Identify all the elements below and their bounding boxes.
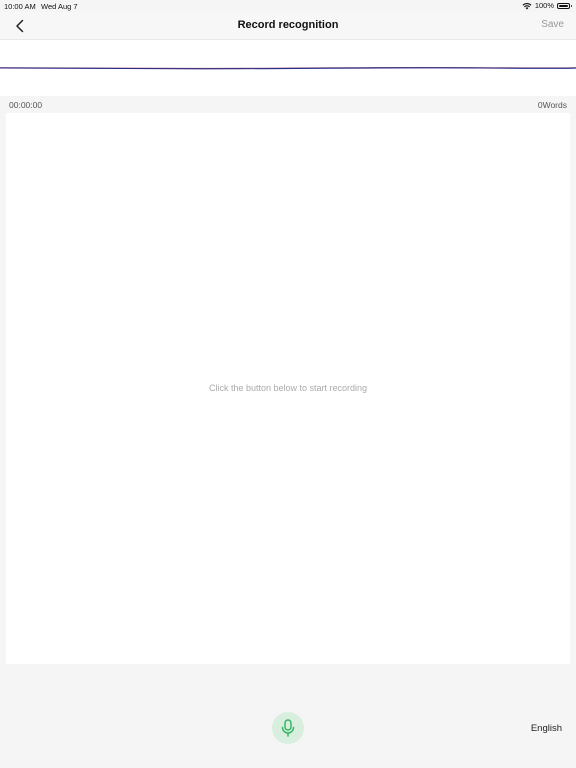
word-count: 0Words: [537, 100, 567, 110]
status-bar: 10:00 AM Wed Aug 7 100%: [0, 0, 576, 12]
transcript-panel[interactable]: Click the button below to start recordin…: [6, 113, 570, 664]
status-time: 10:00 AM: [4, 2, 36, 11]
elapsed-time: 00:00:00: [9, 100, 43, 110]
recording-hint: Click the button below to start recordin…: [208, 383, 368, 393]
waveform: [0, 66, 576, 70]
battery-percent: 100%: [534, 1, 554, 10]
save-button[interactable]: Save: [541, 19, 564, 30]
status-date: Wed Aug 7: [41, 2, 78, 11]
record-button[interactable]: [272, 712, 304, 744]
microphone-icon: [281, 719, 295, 737]
battery-icon: [557, 2, 572, 9]
bottom-toolbar: English: [0, 664, 576, 768]
status-indicators: 100%: [522, 1, 572, 10]
battery-level: [559, 4, 568, 7]
waveform-area: [0, 40, 576, 96]
language-selector[interactable]: English: [531, 723, 562, 734]
navigation-bar: Record recognition Save: [0, 12, 576, 40]
page-title: Record recognition: [237, 19, 339, 31]
recording-info-row: 00:00:00 0Words: [0, 96, 576, 112]
wifi-icon: [522, 2, 532, 9]
